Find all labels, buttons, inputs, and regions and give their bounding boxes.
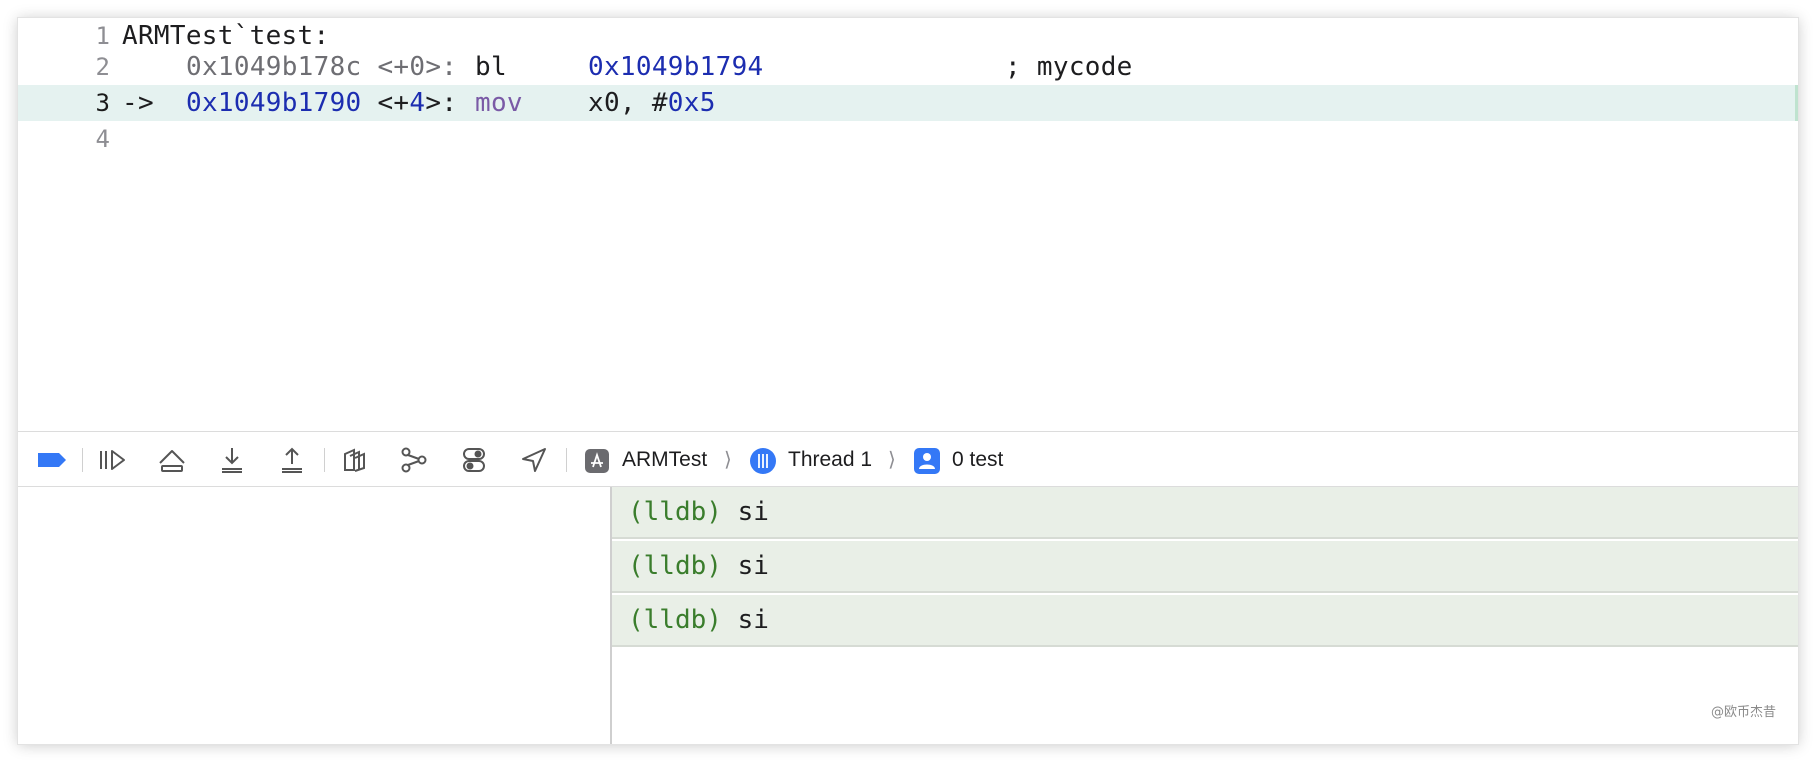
breadcrumb-frame[interactable]: 0 test xyxy=(952,432,1003,488)
view-hierarchy-icon xyxy=(344,448,365,472)
step-out-icon xyxy=(282,447,302,473)
console-entry: (lldb) si xyxy=(612,541,1798,593)
instruction-offset-open: <+ xyxy=(377,88,410,118)
toolbar-separator xyxy=(82,448,83,472)
environment-overrides-icon xyxy=(463,448,485,472)
lldb-prompt: (lldb) xyxy=(628,497,722,527)
lldb-prompt: (lldb) xyxy=(628,605,722,635)
user-frame-icon xyxy=(914,448,940,474)
instruction-mnemonic: mov xyxy=(475,88,523,118)
watermark: @欧币杰昔 xyxy=(1710,705,1776,720)
breadcrumb-thread[interactable]: Thread 1 xyxy=(788,432,872,488)
console-entry: (lldb) si xyxy=(612,595,1798,647)
breadcrumb-chevron-icon: ⟩ xyxy=(888,449,896,471)
line-number[interactable]: 2 xyxy=(48,49,110,85)
location-icon xyxy=(522,448,546,472)
memory-graph-icon xyxy=(401,447,427,473)
debug-bar: ARMTest ⟩ Thread 1 ⟩ 0 test xyxy=(18,431,1798,487)
function-name: ARMTest`test: xyxy=(122,21,330,51)
simulate-location-button[interactable] xyxy=(518,444,550,476)
breadcrumb-target[interactable]: ARMTest xyxy=(622,432,707,488)
continue-button[interactable] xyxy=(96,444,128,476)
instruction-comment: ; mycode xyxy=(1005,52,1133,82)
step-over-button[interactable] xyxy=(156,444,188,476)
current-line-marker xyxy=(1795,85,1798,121)
breakpoints-toggle-button[interactable] xyxy=(34,444,70,476)
step-over-icon xyxy=(159,450,185,472)
console-line: (lldb) si xyxy=(628,487,769,539)
step-out-button[interactable] xyxy=(276,444,308,476)
step-into-icon xyxy=(222,448,242,473)
console-view[interactable]: (lldb) si (lldb) si (lldb) si xyxy=(612,487,1798,744)
instruction-address: 0x1049b178c xyxy=(186,52,362,82)
console-line: (lldb) si xyxy=(628,595,769,647)
breadcrumb-chevron-icon: ⟩ xyxy=(724,449,732,471)
debugger-window: 1 ARMTest`test: 2 0x1049b178c <+0>: bl 0… xyxy=(18,18,1798,744)
variables-view[interactable] xyxy=(18,487,610,744)
current-instruction-arrow: -> xyxy=(122,88,154,118)
line-number[interactable]: 4 xyxy=(48,121,110,157)
lldb-prompt: (lldb) xyxy=(628,551,722,581)
instruction-offset-number: 4 xyxy=(409,88,426,118)
code-line-3-current: 3 -> 0x1049b1790 <+4>: mov x0, #0x5 xyxy=(18,85,1798,121)
breadcrumb-app-icon-wrap xyxy=(584,448,610,474)
console-entry: (lldb) si xyxy=(612,487,1798,539)
console-command: si xyxy=(737,551,769,581)
toolbar-separator xyxy=(566,448,567,472)
memory-graph-button[interactable] xyxy=(398,444,430,476)
code-line-2: 2 0x1049b178c <+0>: bl 0x1049b1794 ; myc… xyxy=(18,49,1798,85)
instruction-text: 0x1049b178c <+0>: xyxy=(186,49,457,85)
line-number[interactable]: 3 xyxy=(48,85,110,121)
code-line-4: 4 xyxy=(18,121,1798,157)
continue-icon xyxy=(100,450,125,470)
console-command: si xyxy=(737,497,769,527)
instruction-operand: x0, #0x5 xyxy=(588,85,716,121)
environment-overrides-button[interactable] xyxy=(458,444,490,476)
instruction-mnemonic: bl xyxy=(475,52,507,82)
breadcrumb-thread-icon-wrap xyxy=(750,448,776,474)
thread-icon xyxy=(750,448,776,474)
instruction-offset: <+0>: xyxy=(377,52,458,82)
instruction-operand: 0x1049b1794 xyxy=(588,52,764,82)
operand-immediate: 0x5 xyxy=(667,88,716,118)
toolbar-separator xyxy=(324,448,325,472)
console-command: si xyxy=(737,605,769,635)
instruction-offset-close: >: xyxy=(425,88,458,118)
app-icon xyxy=(585,449,609,473)
console-line: (lldb) si xyxy=(628,541,769,593)
instruction-text: 0x1049b1790 <+4>: xyxy=(186,85,457,121)
breadcrumb-frame-icon-wrap xyxy=(914,448,940,474)
operand-register: x0, # xyxy=(588,88,668,118)
instruction-address: 0x1049b1790 xyxy=(186,88,362,118)
step-into-button[interactable] xyxy=(216,444,248,476)
breakpoint-icon xyxy=(38,453,66,467)
disassembly-editor[interactable]: 1 ARMTest`test: 2 0x1049b178c <+0>: bl 0… xyxy=(18,18,1798,431)
view-hierarchy-button[interactable] xyxy=(338,444,370,476)
